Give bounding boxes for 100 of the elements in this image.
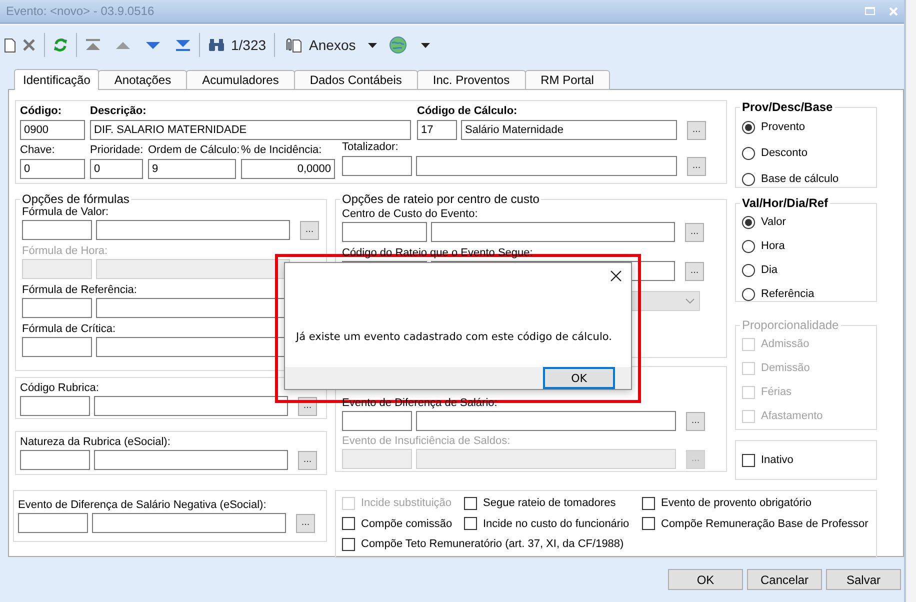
text-field[interactable] xyxy=(20,450,90,470)
text-field[interactable] xyxy=(96,220,290,240)
text-field[interactable] xyxy=(431,222,675,242)
text-field[interactable] xyxy=(342,222,427,242)
delete-icon[interactable] xyxy=(22,38,36,52)
text-field[interactable] xyxy=(22,220,92,240)
tab[interactable]: Inc. Proventos xyxy=(416,70,526,90)
option-label: Referência xyxy=(761,288,814,300)
radio-button[interactable] xyxy=(742,172,755,186)
field-label: Fórmula de Hora: xyxy=(22,245,108,258)
next-record-icon[interactable] xyxy=(145,40,161,50)
group-title: Opções de rateio por centro de custo xyxy=(341,192,540,206)
text-field[interactable] xyxy=(18,513,88,533)
text-field[interactable]: Salário Maternidade xyxy=(461,120,677,140)
checkbox[interactable] xyxy=(342,517,355,530)
checkbox-label: Compõe Remuneração Base de Professor xyxy=(661,518,868,530)
text-field[interactable] xyxy=(416,411,676,431)
previous-record-icon[interactable] xyxy=(115,40,131,50)
checkbox-label: Admissão xyxy=(761,338,810,350)
field-label: Totalizador: xyxy=(342,141,398,154)
close-icon[interactable] xyxy=(610,270,622,282)
checkbox-label: Demissão xyxy=(761,362,810,374)
group-title: Opções de fórmulas xyxy=(21,192,130,206)
option-label: Provento xyxy=(761,121,806,133)
text-field[interactable]: 0 xyxy=(20,159,85,179)
text-field[interactable] xyxy=(20,396,90,416)
browse-button[interactable]: ... xyxy=(298,450,317,470)
text-field[interactable]: DIF. SALARIO MATERNIDADE xyxy=(90,120,411,140)
checkbox-label: Compõe comissão xyxy=(361,518,452,530)
radio-button[interactable] xyxy=(742,146,755,160)
first-record-icon[interactable] xyxy=(85,39,101,51)
field-label: % de Incidência: xyxy=(241,144,322,157)
browse-button[interactable]: ... xyxy=(685,262,704,280)
text-field[interactable]: 0900 xyxy=(20,120,85,140)
checkbox-label: Evento de provento obrigatório xyxy=(661,497,812,509)
checkbox-label: Inativo xyxy=(761,454,794,466)
ok-button[interactable]: OK xyxy=(543,367,615,389)
tab[interactable]: Identificação xyxy=(14,69,100,90)
field-label: Descrição: xyxy=(90,105,146,118)
radio-button[interactable] xyxy=(742,120,755,134)
browse-button[interactable]: ... xyxy=(686,412,705,430)
text-field[interactable] xyxy=(22,298,92,318)
caret-icon[interactable] xyxy=(368,42,377,48)
field-label: Código Rubrica: xyxy=(20,382,99,395)
record-counter: 1/323 xyxy=(231,37,266,53)
field-label: Evento de Insuficiência de Saldos: xyxy=(342,435,510,448)
browse-button[interactable]: ... xyxy=(687,120,706,140)
refresh-icon[interactable] xyxy=(53,37,68,53)
checkbox-label: Segue rateio de tomadores xyxy=(483,497,616,509)
text-field[interactable] xyxy=(416,156,677,176)
text-field[interactable]: 0 xyxy=(90,159,143,179)
text-field[interactable] xyxy=(94,396,288,416)
browse-button[interactable]: ... xyxy=(687,156,706,176)
checkbox-label: Férias xyxy=(761,386,792,398)
caret-icon[interactable] xyxy=(420,42,430,48)
text-field[interactable] xyxy=(92,513,286,533)
radio-button[interactable] xyxy=(742,264,755,276)
checkbox-label: Incide no custo do funcionário xyxy=(483,518,630,530)
tab[interactable]: Acumuladores xyxy=(186,70,295,90)
dialog-button[interactable]: OK xyxy=(668,569,744,590)
tab[interactable]: Anotações xyxy=(98,70,188,90)
text-field[interactable]: 17 xyxy=(417,120,457,140)
browse-button[interactable]: ... xyxy=(300,220,319,240)
tab[interactable]: Dados Contábeis xyxy=(294,70,418,90)
window-title: Evento: <novo> - 03.9.0516 xyxy=(6,4,154,18)
field-label: Fórmula de Crítica: xyxy=(22,323,116,336)
option-label: Base de cálculo xyxy=(761,173,839,185)
last-record-icon[interactable] xyxy=(175,39,191,51)
binoculars-icon[interactable] xyxy=(208,38,225,52)
checkbox[interactable] xyxy=(642,496,655,510)
field-label: Evento de Diferença de Salário Negativa (eSocial): xyxy=(18,499,266,512)
checkbox[interactable] xyxy=(742,454,755,466)
group-title: Prov/Desc/Base xyxy=(741,100,834,114)
text-field[interactable]: 9 xyxy=(148,159,236,179)
attachments-menu[interactable]: Anexos xyxy=(309,37,356,53)
new-document-icon[interactable] xyxy=(4,38,16,52)
globe-icon[interactable] xyxy=(388,36,407,54)
text-field[interactable] xyxy=(94,450,288,470)
tab[interactable]: RM Portal xyxy=(524,70,610,90)
browse-button[interactable]: ... xyxy=(296,514,315,532)
dialog-button[interactable]: Salvar xyxy=(826,569,902,590)
text-field[interactable] xyxy=(342,156,412,176)
group-title: Val/Hor/Dia/Ref xyxy=(741,196,830,210)
field-label: Fórmula de Referência: xyxy=(22,284,137,297)
checkbox[interactable] xyxy=(342,538,355,551)
checkbox[interactable] xyxy=(464,496,477,510)
text-field[interactable] xyxy=(22,337,92,357)
checkbox[interactable] xyxy=(464,517,477,530)
radio-button[interactable] xyxy=(742,240,755,252)
checkbox[interactable] xyxy=(642,517,655,530)
text-field[interactable] xyxy=(342,411,412,431)
text-field[interactable]: 0,0000 xyxy=(241,159,335,179)
field-label: Código: xyxy=(20,105,62,118)
browse-button[interactable]: ... xyxy=(685,222,704,242)
dialog-message: Já existe um evento cadastrado com este código de cálculo. xyxy=(296,331,612,343)
group-title: Proporcionalidade xyxy=(741,318,840,332)
radio-button[interactable] xyxy=(742,216,755,228)
checkbox-label: Afastamento xyxy=(761,410,823,422)
dialog-button[interactable]: Cancelar xyxy=(747,569,822,590)
radio-button[interactable] xyxy=(742,288,755,300)
